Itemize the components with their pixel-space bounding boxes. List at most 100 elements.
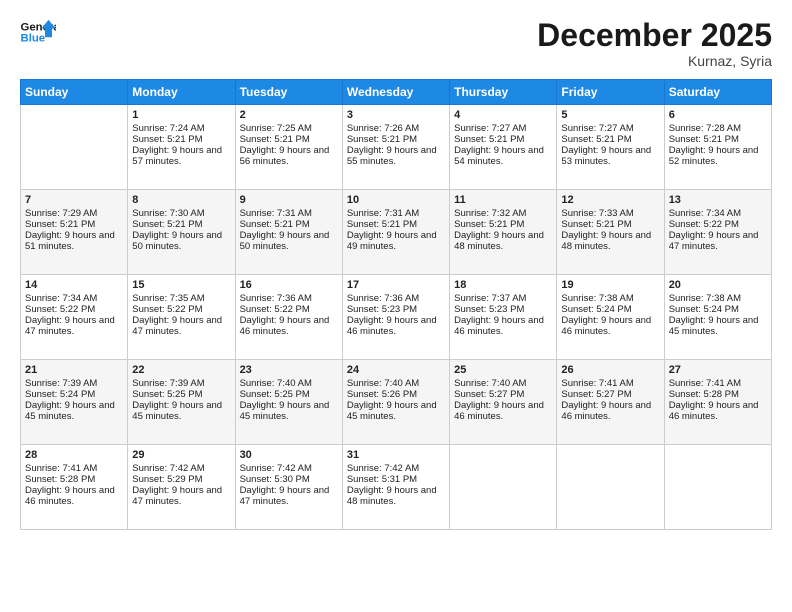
- sunrise-text: Sunrise: 7:30 AM: [132, 208, 230, 219]
- header: General Blue December 2025 Kurnaz, Syria: [20, 18, 772, 69]
- day-number: 13: [669, 194, 767, 206]
- day-cell: 25Sunrise: 7:40 AMSunset: 5:27 PMDayligh…: [450, 360, 557, 445]
- day-number: 31: [347, 449, 445, 461]
- day-number: 9: [240, 194, 338, 206]
- location: Kurnaz, Syria: [537, 53, 772, 69]
- sunset-text: Sunset: 5:25 PM: [240, 389, 338, 400]
- day-cell: 18Sunrise: 7:37 AMSunset: 5:23 PMDayligh…: [450, 275, 557, 360]
- day-number: 14: [25, 279, 123, 291]
- day-number: 27: [669, 364, 767, 376]
- svg-text:Blue: Blue: [21, 33, 46, 45]
- col-header-saturday: Saturday: [664, 80, 771, 105]
- sunset-text: Sunset: 5:28 PM: [669, 389, 767, 400]
- day-number: 30: [240, 449, 338, 461]
- daylight-text: Daylight: 9 hours and 49 minutes.: [347, 230, 445, 252]
- day-number: 17: [347, 279, 445, 291]
- day-cell: 9Sunrise: 7:31 AMSunset: 5:21 PMDaylight…: [235, 190, 342, 275]
- sunrise-text: Sunrise: 7:40 AM: [347, 378, 445, 389]
- sunset-text: Sunset: 5:21 PM: [561, 219, 659, 230]
- week-row-2: 7Sunrise: 7:29 AMSunset: 5:21 PMDaylight…: [21, 190, 772, 275]
- sunset-text: Sunset: 5:21 PM: [347, 134, 445, 145]
- daylight-text: Daylight: 9 hours and 50 minutes.: [240, 230, 338, 252]
- sunrise-text: Sunrise: 7:42 AM: [240, 463, 338, 474]
- week-row-4: 21Sunrise: 7:39 AMSunset: 5:24 PMDayligh…: [21, 360, 772, 445]
- day-number: 21: [25, 364, 123, 376]
- daylight-text: Daylight: 9 hours and 47 minutes.: [132, 485, 230, 507]
- daylight-text: Daylight: 9 hours and 53 minutes.: [561, 145, 659, 167]
- day-number: 5: [561, 109, 659, 121]
- day-cell: 3Sunrise: 7:26 AMSunset: 5:21 PMDaylight…: [342, 105, 449, 190]
- sunrise-text: Sunrise: 7:40 AM: [454, 378, 552, 389]
- daylight-text: Daylight: 9 hours and 50 minutes.: [132, 230, 230, 252]
- daylight-text: Daylight: 9 hours and 48 minutes.: [454, 230, 552, 252]
- col-header-monday: Monday: [128, 80, 235, 105]
- sunset-text: Sunset: 5:24 PM: [561, 304, 659, 315]
- day-number: 8: [132, 194, 230, 206]
- day-cell: 31Sunrise: 7:42 AMSunset: 5:31 PMDayligh…: [342, 445, 449, 530]
- sunset-text: Sunset: 5:21 PM: [132, 219, 230, 230]
- day-number: 6: [669, 109, 767, 121]
- sunset-text: Sunset: 5:21 PM: [240, 134, 338, 145]
- day-cell: 30Sunrise: 7:42 AMSunset: 5:30 PMDayligh…: [235, 445, 342, 530]
- day-cell: 11Sunrise: 7:32 AMSunset: 5:21 PMDayligh…: [450, 190, 557, 275]
- week-row-1: 1Sunrise: 7:24 AMSunset: 5:21 PMDaylight…: [21, 105, 772, 190]
- sunrise-text: Sunrise: 7:26 AM: [347, 123, 445, 134]
- day-cell: 24Sunrise: 7:40 AMSunset: 5:26 PMDayligh…: [342, 360, 449, 445]
- sunrise-text: Sunrise: 7:27 AM: [561, 123, 659, 134]
- day-number: 20: [669, 279, 767, 291]
- sunset-text: Sunset: 5:21 PM: [132, 134, 230, 145]
- daylight-text: Daylight: 9 hours and 48 minutes.: [561, 230, 659, 252]
- daylight-text: Daylight: 9 hours and 45 minutes.: [132, 400, 230, 422]
- col-header-wednesday: Wednesday: [342, 80, 449, 105]
- day-number: 2: [240, 109, 338, 121]
- sunrise-text: Sunrise: 7:41 AM: [561, 378, 659, 389]
- sunrise-text: Sunrise: 7:28 AM: [669, 123, 767, 134]
- day-cell: 5Sunrise: 7:27 AMSunset: 5:21 PMDaylight…: [557, 105, 664, 190]
- day-number: 26: [561, 364, 659, 376]
- daylight-text: Daylight: 9 hours and 47 minutes.: [240, 485, 338, 507]
- daylight-text: Daylight: 9 hours and 57 minutes.: [132, 145, 230, 167]
- sunrise-text: Sunrise: 7:41 AM: [25, 463, 123, 474]
- day-cell: 16 Sunrise: 7:36 AMSunset: 5:22 PMDayligh…: [235, 275, 342, 360]
- sunrise-text: Sunrise: 7:39 AM: [25, 378, 123, 389]
- day-cell: 15Sunrise: 7:35 AMSunset: 5:22 PMDayligh…: [128, 275, 235, 360]
- day-cell: 2Sunrise: 7:25 AMSunset: 5:21 PMDaylight…: [235, 105, 342, 190]
- daylight-text: Daylight: 9 hours and 46 minutes.: [347, 315, 445, 337]
- day-number: 7: [25, 194, 123, 206]
- day-number: 23: [240, 364, 338, 376]
- sunset-text: Sunset: 5:23 PM: [454, 304, 552, 315]
- title-block: December 2025 Kurnaz, Syria: [537, 18, 772, 69]
- sunset-text: Sunset: 5:22 PM: [240, 304, 338, 315]
- sunset-text: Sunset: 5:21 PM: [669, 134, 767, 145]
- sunrise-text: Sunrise: 7:31 AM: [347, 208, 445, 219]
- sunset-text: Sunset: 5:29 PM: [132, 474, 230, 485]
- daylight-text: Daylight: 9 hours and 48 minutes.: [347, 485, 445, 507]
- day-cell: 21Sunrise: 7:39 AMSunset: 5:24 PMDayligh…: [21, 360, 128, 445]
- daylight-text: Daylight: 9 hours and 46 minutes.: [454, 400, 552, 422]
- day-cell: [450, 445, 557, 530]
- day-cell: 1Sunrise: 7:24 AMSunset: 5:21 PMDaylight…: [128, 105, 235, 190]
- daylight-text: Daylight: 9 hours and 46 minutes.: [561, 315, 659, 337]
- daylight-text: Daylight: 9 hours and 46 minutes.: [240, 315, 338, 337]
- sunrise-text: Sunrise: 7:34 AM: [25, 293, 123, 304]
- sunset-text: Sunset: 5:26 PM: [347, 389, 445, 400]
- week-row-3: 14Sunrise: 7:34 AMSunset: 5:22 PMDayligh…: [21, 275, 772, 360]
- day-number: 16: [240, 279, 338, 291]
- daylight-text: Daylight: 9 hours and 45 minutes.: [25, 400, 123, 422]
- day-cell: 4Sunrise: 7:27 AMSunset: 5:21 PMDaylight…: [450, 105, 557, 190]
- day-number: 15: [132, 279, 230, 291]
- sunset-text: Sunset: 5:24 PM: [669, 304, 767, 315]
- day-cell: 23Sunrise: 7:40 AMSunset: 5:25 PMDayligh…: [235, 360, 342, 445]
- day-number: 10: [347, 194, 445, 206]
- logo-icon: General Blue: [20, 18, 56, 46]
- sunrise-text: Sunrise: 7:36 AM: [240, 293, 338, 304]
- day-number: 4: [454, 109, 552, 121]
- day-cell: 28Sunrise: 7:41 AMSunset: 5:28 PMDayligh…: [21, 445, 128, 530]
- daylight-text: Daylight: 9 hours and 45 minutes.: [347, 400, 445, 422]
- day-cell: 17Sunrise: 7:36 AMSunset: 5:23 PMDayligh…: [342, 275, 449, 360]
- sunrise-text: Sunrise: 7:33 AM: [561, 208, 659, 219]
- daylight-text: Daylight: 9 hours and 45 minutes.: [669, 315, 767, 337]
- day-number: 12: [561, 194, 659, 206]
- sunrise-text: Sunrise: 7:32 AM: [454, 208, 552, 219]
- day-cell: 29Sunrise: 7:42 AMSunset: 5:29 PMDayligh…: [128, 445, 235, 530]
